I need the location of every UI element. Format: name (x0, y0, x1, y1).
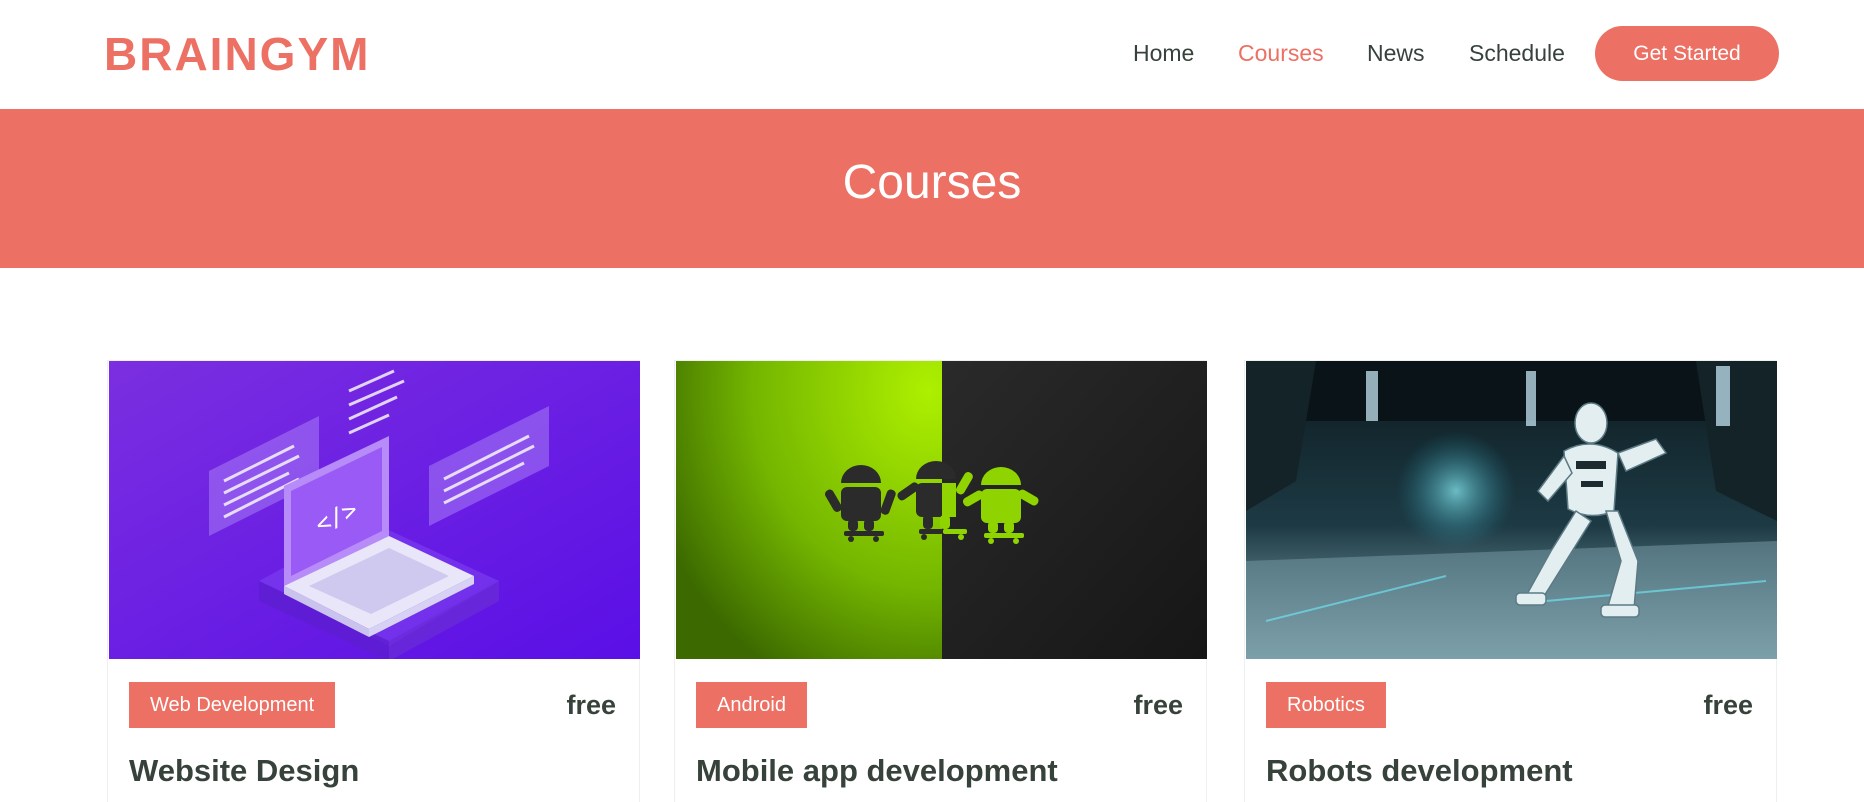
course-title[interactable]: Robots development (1266, 751, 1573, 791)
course-card[interactable]: Android free Mobile app development (674, 360, 1207, 802)
category-badge[interactable]: Android (696, 682, 807, 728)
page-banner: Courses (0, 109, 1864, 268)
course-card[interactable]: Robotics free Robots development (1244, 360, 1777, 802)
course-title[interactable]: Mobile app development (696, 751, 1058, 791)
nav-news[interactable]: News (1367, 38, 1425, 68)
get-started-button[interactable]: Get Started (1595, 26, 1779, 81)
robot-image[interactable] (1246, 361, 1777, 659)
course-price: free (1133, 690, 1183, 720)
course-title[interactable]: Website Design (129, 751, 359, 791)
course-price: free (1703, 690, 1753, 720)
course-card[interactable]: </> Web Development free Website Design (107, 360, 640, 802)
page-title: Courses (842, 156, 1022, 209)
nav-courses[interactable]: Courses (1238, 38, 1324, 68)
category-badge[interactable]: Robotics (1266, 682, 1386, 728)
course-price: free (566, 690, 616, 720)
main-nav: Home Courses News Schedule (0, 38, 1864, 68)
nav-schedule[interactable]: Schedule (1469, 38, 1565, 68)
nav-home[interactable]: Home (1133, 38, 1194, 68)
category-badge[interactable]: Web Development (129, 682, 336, 728)
laptop-code-illustration[interactable]: </> (109, 361, 640, 659)
site-header: BRAINGYM Home Courses News Schedule Get … (0, 0, 1864, 109)
android-robots-image[interactable] (676, 361, 1207, 659)
